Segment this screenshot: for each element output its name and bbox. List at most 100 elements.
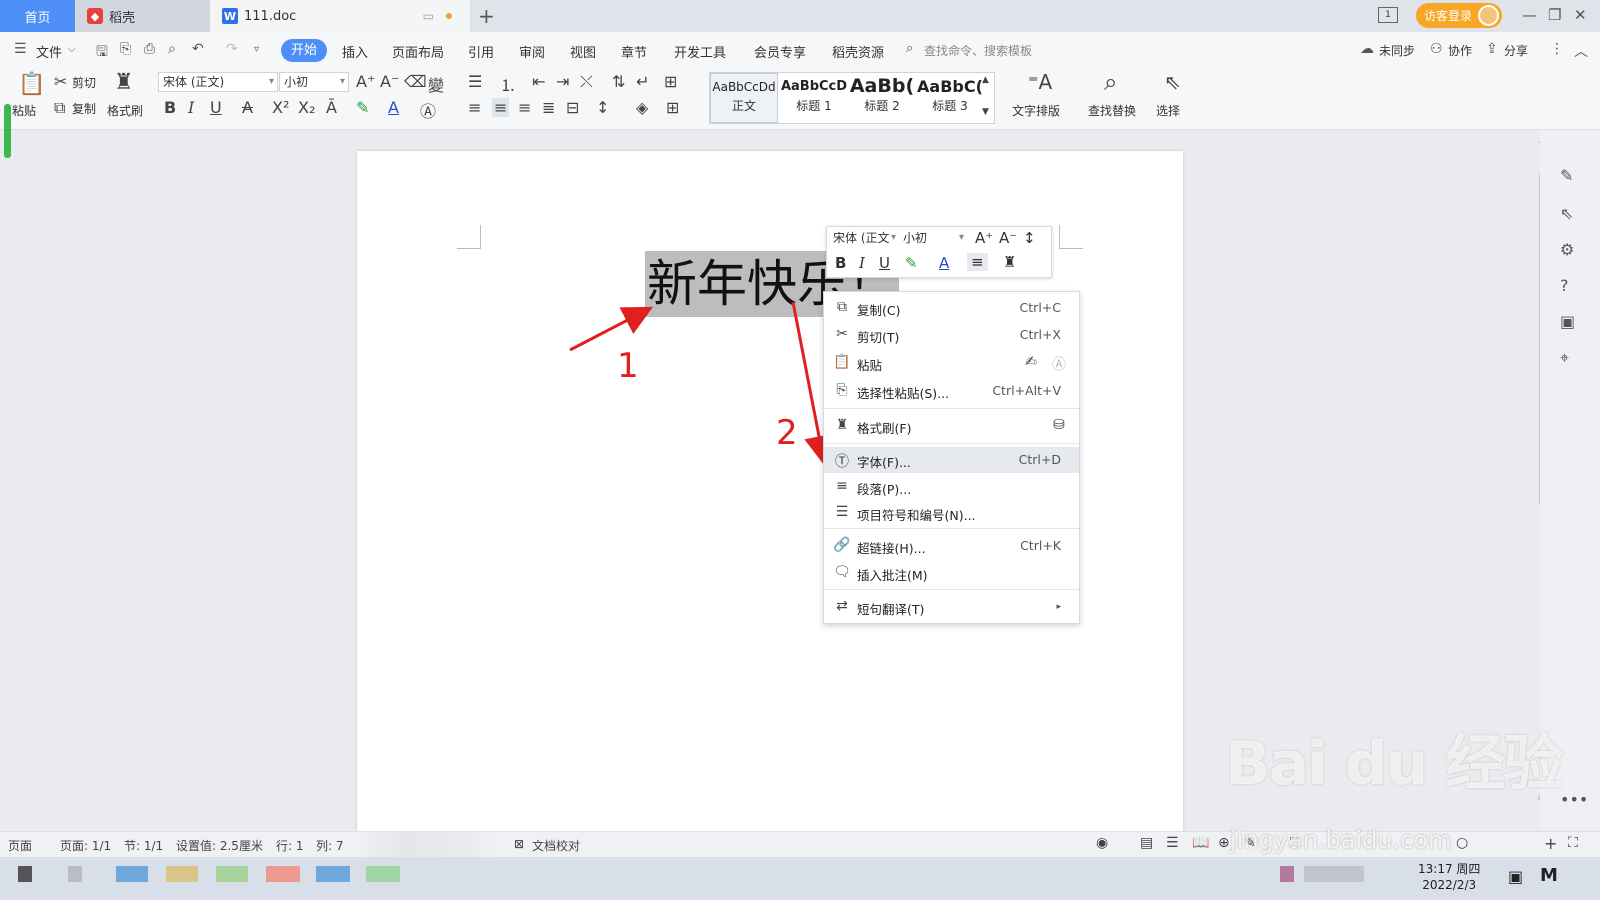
menu-page-layout[interactable]: 页面布局 bbox=[392, 42, 444, 61]
select-button[interactable]: 选择 bbox=[1156, 102, 1180, 119]
align-center-icon[interactable]: ≡ bbox=[492, 98, 510, 117]
pointer-icon[interactable]: ⇖ bbox=[1560, 204, 1573, 223]
sort-icon[interactable]: ⇅ bbox=[612, 72, 625, 91]
menu-item-format-painter[interactable]: ♜ 格式刷(F) ⛁ bbox=[824, 413, 1079, 439]
text-effect-icon[interactable]: Ā bbox=[326, 98, 337, 117]
taskbar-app-2[interactable] bbox=[68, 866, 82, 882]
mini-font-color-icon[interactable]: A bbox=[939, 254, 949, 272]
mini-font-name-select[interactable]: 宋体 (正文 bbox=[829, 229, 899, 249]
undo-icon[interactable]: ↶ bbox=[192, 41, 204, 57]
mini-underline-icon[interactable]: U bbox=[879, 254, 890, 272]
style-normal[interactable]: AaBbCcDd 正文 bbox=[710, 73, 778, 123]
justify-icon[interactable]: ≣ bbox=[542, 98, 555, 117]
redo-icon[interactable]: ↷ bbox=[226, 41, 238, 57]
menu-item-bullets-numbering[interactable]: ☰ 项目符号和编号(N)... bbox=[824, 500, 1079, 526]
cut-button[interactable]: 剪切 bbox=[72, 74, 96, 91]
monitor-icon[interactable]: ▭ bbox=[423, 9, 434, 23]
menu-file[interactable]: 文件 bbox=[36, 42, 62, 61]
font-color-icon[interactable]: A bbox=[388, 98, 399, 117]
mini-bold-icon[interactable]: B bbox=[835, 254, 846, 272]
increase-indent-icon[interactable]: ⇥ bbox=[556, 72, 569, 91]
tab-daoke[interactable]: ◆ 稻壳 bbox=[75, 0, 210, 32]
shading-icon[interactable]: ◈ bbox=[636, 98, 648, 117]
mini-grow-font-icon[interactable]: A⁺ bbox=[975, 229, 993, 247]
char-border-icon[interactable]: Ⓐ bbox=[420, 98, 436, 122]
zoom-in-icon[interactable]: + bbox=[1544, 834, 1557, 853]
shrink-font-icon[interactable]: A⁻ bbox=[380, 72, 399, 91]
tray-icon-1[interactable] bbox=[1280, 866, 1294, 882]
phonetic-guide-icon[interactable]: 變 bbox=[428, 72, 444, 96]
more-tools-icon[interactable]: ••• bbox=[1560, 790, 1588, 809]
reading-view-icon[interactable]: 📖 bbox=[1192, 835, 1209, 851]
grow-font-icon[interactable]: A⁺ bbox=[356, 72, 375, 91]
bullets-icon[interactable]: ☰ bbox=[468, 72, 482, 91]
print-preview-icon[interactable]: ⌕ bbox=[168, 41, 176, 57]
copy-button[interactable]: 复制 bbox=[72, 100, 96, 117]
menu-insert[interactable]: 插入 bbox=[342, 42, 368, 61]
mini-italic-icon[interactable]: I bbox=[859, 254, 865, 272]
mini-font-size-select[interactable]: 小初 bbox=[899, 229, 967, 249]
align-right-icon[interactable]: ≡ bbox=[518, 98, 531, 117]
style-heading-3[interactable]: AaBbC( 标题 3 bbox=[916, 73, 984, 123]
chevron-down-icon[interactable]: ⌵ bbox=[68, 44, 76, 55]
page-indicator[interactable]: 页面: 1/1 bbox=[60, 837, 111, 854]
style-heading-1[interactable]: AaBbCcD 标题 1 bbox=[780, 73, 848, 123]
tab-document[interactable]: W 111.doc ▭ bbox=[210, 0, 470, 32]
font-size-select[interactable]: 小初 bbox=[279, 72, 349, 92]
distributed-icon[interactable]: ⊟ bbox=[566, 98, 579, 117]
print-icon[interactable]: ⎙ bbox=[144, 41, 155, 57]
taskbar-app-7[interactable] bbox=[316, 866, 350, 882]
paste-button[interactable]: 粘贴 bbox=[12, 102, 36, 119]
paste-icon[interactable]: 📋 bbox=[18, 72, 45, 97]
text-layout-button[interactable]: 文字排版 bbox=[1012, 102, 1060, 119]
decrease-indent-icon[interactable]: ⇤ bbox=[532, 72, 545, 91]
taskbar-app-4[interactable] bbox=[166, 866, 198, 882]
style-heading-2[interactable]: AaBb( 标题 2 bbox=[848, 73, 916, 123]
input-method-icon[interactable]: M bbox=[1540, 865, 1558, 886]
taskbar-app-6[interactable] bbox=[266, 866, 300, 882]
location-icon[interactable]: ⌖ bbox=[1560, 348, 1569, 368]
tabs-icon[interactable]: ⊞ bbox=[664, 72, 677, 91]
paste-keep-format-icon[interactable]: ✍ bbox=[1022, 354, 1040, 370]
chinese-layout-icon[interactable]: ⤬ bbox=[580, 72, 593, 92]
taskbar-app-8[interactable] bbox=[366, 866, 400, 882]
menu-item-copy[interactable]: ⧉ 复制(C) Ctrl+C bbox=[824, 295, 1079, 321]
menu-member[interactable]: 会员专享 bbox=[754, 42, 806, 61]
more-options-icon[interactable]: ⋮ bbox=[1550, 41, 1564, 57]
superscript-icon[interactable]: X² bbox=[272, 98, 289, 117]
menu-daoke-resources[interactable]: 稻壳资源 bbox=[832, 42, 884, 61]
menu-chapter[interactable]: 章节 bbox=[621, 42, 647, 61]
collapse-ribbon-icon[interactable]: ︿ bbox=[1574, 41, 1588, 61]
customize-quick-access-icon[interactable]: ▿ bbox=[254, 44, 259, 55]
subscript-icon[interactable]: X₂ bbox=[298, 98, 315, 117]
zoom-out-icon[interactable]: ○ bbox=[1456, 835, 1468, 851]
underline-icon[interactable]: U bbox=[210, 98, 222, 117]
taskbar-app-3[interactable] bbox=[116, 866, 148, 882]
export-icon[interactable]: ⎘ bbox=[120, 41, 131, 57]
taskbar-app-5[interactable] bbox=[216, 866, 248, 882]
command-search-input[interactable]: 查找命令、搜索模板 bbox=[924, 42, 1032, 59]
menu-item-translate[interactable]: ⇄ 短句翻译(T) ▸ bbox=[824, 594, 1079, 620]
menu-item-font[interactable]: Ⓣ 字体(F)... Ctrl+D bbox=[824, 447, 1079, 473]
notification-icon[interactable]: ▣ bbox=[1508, 867, 1523, 886]
proofread-button[interactable]: 文档校对 bbox=[532, 837, 580, 854]
clear-format-icon[interactable]: ⌫ bbox=[404, 72, 427, 91]
menu-view[interactable]: 视图 bbox=[570, 42, 596, 61]
taskbar-app-1[interactable] bbox=[18, 866, 32, 882]
sync-status[interactable]: 未同步 bbox=[1379, 42, 1415, 59]
hamburger-icon[interactable]: ☰ bbox=[14, 41, 27, 57]
find-replace-button[interactable]: 查找替换 bbox=[1088, 102, 1136, 119]
align-left-icon[interactable]: ≡ bbox=[468, 98, 481, 117]
strikethrough-icon[interactable]: A bbox=[242, 98, 253, 117]
menu-item-cut[interactable]: ✂ 剪切(T) Ctrl+X bbox=[824, 322, 1079, 348]
eye-protection-icon[interactable]: ◉ bbox=[1096, 835, 1108, 851]
mini-shrink-font-icon[interactable]: A⁻ bbox=[999, 229, 1017, 247]
mini-align-center-icon[interactable]: ≡ bbox=[967, 253, 988, 271]
share-button[interactable]: 分享 bbox=[1504, 42, 1528, 59]
web-view-icon[interactable]: ⊕ bbox=[1218, 835, 1230, 851]
mini-format-painter-icon[interactable]: ♜ bbox=[1003, 253, 1016, 271]
help-icon[interactable]: ? bbox=[1560, 276, 1569, 295]
borders-icon[interactable]: ⊞ bbox=[666, 98, 679, 117]
highlight-icon[interactable]: ✎ bbox=[356, 98, 369, 117]
new-tab-button[interactable]: + bbox=[478, 4, 495, 28]
